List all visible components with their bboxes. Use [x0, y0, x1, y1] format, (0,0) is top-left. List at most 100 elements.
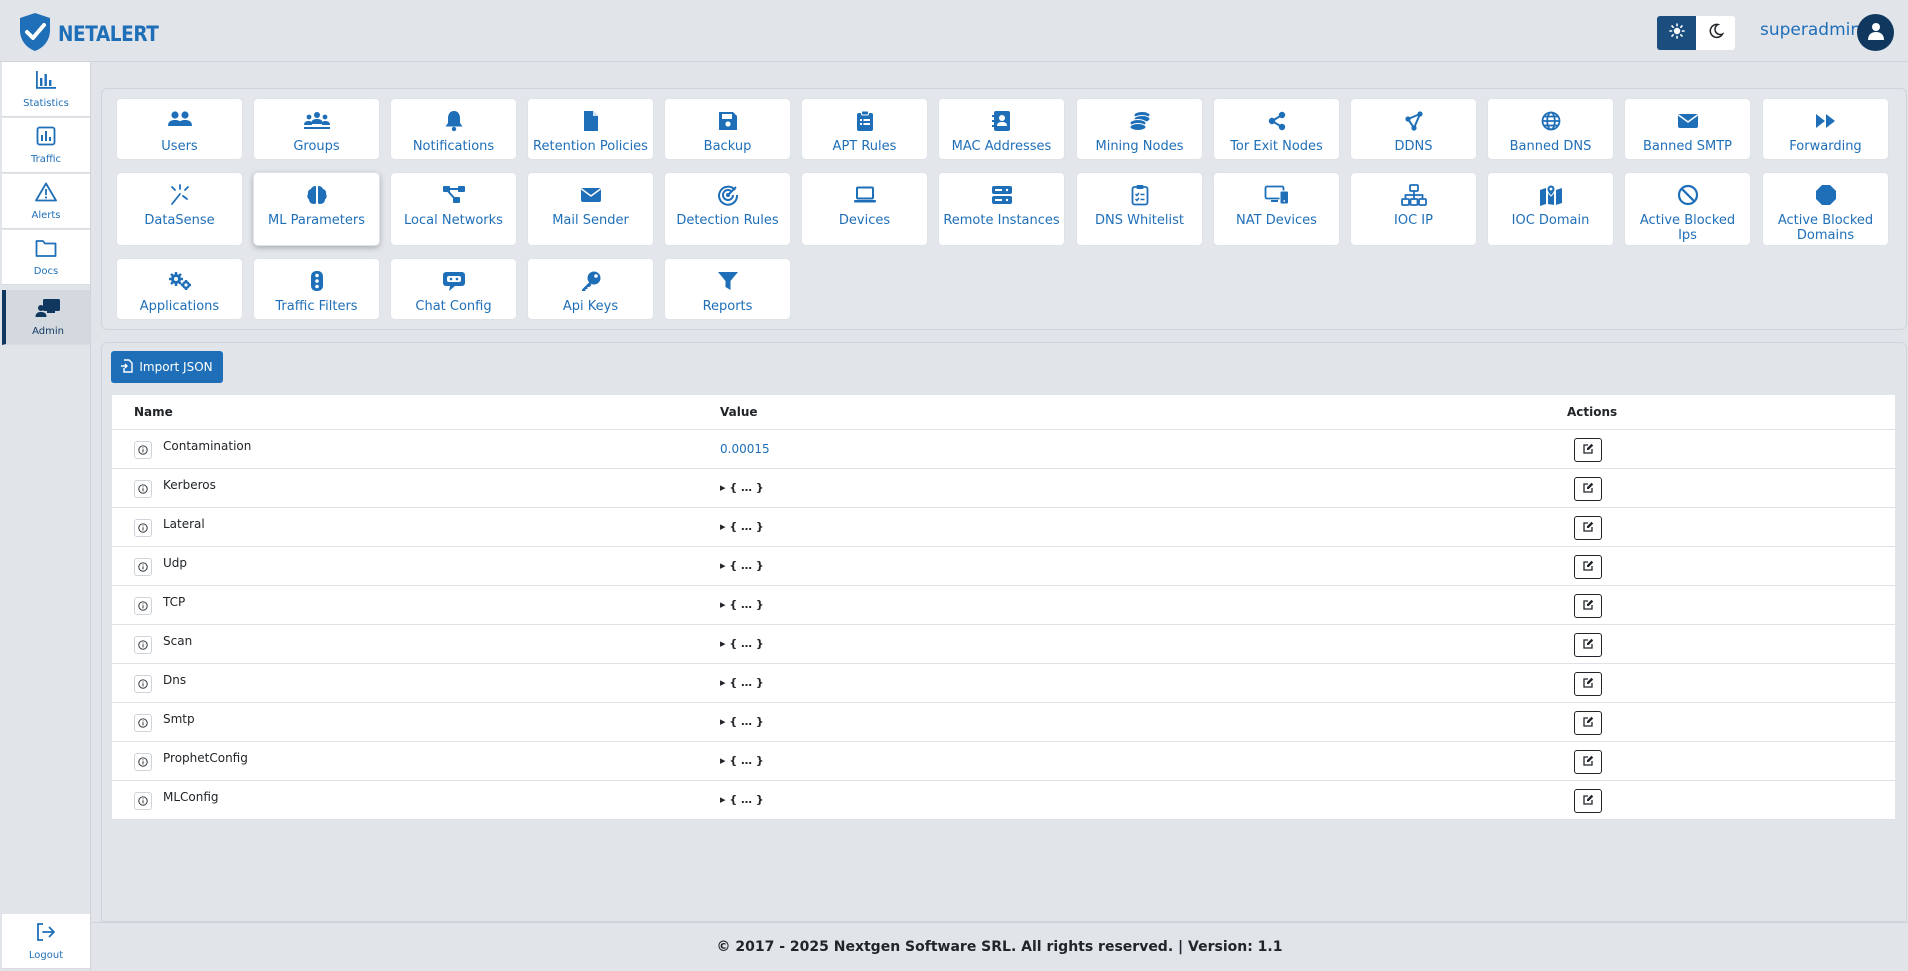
tile-api-keys[interactable]: Api Keys [527, 258, 654, 320]
tile-banned-smtp[interactable]: Banned SMTP [1624, 98, 1751, 160]
info-icon[interactable] [134, 597, 152, 615]
user-name[interactable]: superadmin [1760, 20, 1861, 40]
sidebar-item-admin[interactable]: Admin [2, 290, 90, 345]
info-icon[interactable] [134, 753, 152, 771]
tile-active-blocked-domains[interactable]: Active Blocked Domains [1762, 172, 1889, 246]
table-row: Scan ▸ { … } [112, 625, 1895, 664]
row-value[interactable]: ▸ { … } [720, 481, 764, 494]
tile-label: APT Rules [832, 139, 897, 154]
info-icon[interactable] [134, 558, 152, 576]
logo-text: NETALERT [58, 22, 159, 46]
tile-detection-rules[interactable]: Detection Rules [664, 172, 791, 246]
edit-button[interactable] [1574, 672, 1602, 696]
sidebar-item-docs[interactable]: Docs [2, 230, 90, 285]
edit-button[interactable] [1574, 633, 1602, 657]
edit-icon [1582, 755, 1594, 770]
info-icon[interactable] [134, 636, 152, 654]
tile-dns-whitelist[interactable]: DNS Whitelist [1076, 172, 1203, 246]
edit-button[interactable] [1574, 711, 1602, 735]
tile-label: NAT Devices [1236, 213, 1317, 228]
tile-ml-parameters[interactable]: ML Parameters [253, 172, 380, 246]
gears-icon [167, 269, 193, 293]
tile-groups[interactable]: Groups [253, 98, 380, 160]
app-logo[interactable]: NETALERT [18, 13, 172, 54]
tile-label: Retention Policies [533, 139, 648, 154]
sidebar-item-label: Traffic [30, 153, 62, 165]
row-value[interactable]: ▸ { … } [720, 793, 764, 806]
tile-banned-dns[interactable]: Banned DNS [1487, 98, 1614, 160]
table-row: Smtp ▸ { … } [112, 703, 1895, 742]
tile-tor-exit-nodes[interactable]: Tor Exit Nodes [1213, 98, 1340, 160]
row-value[interactable]: ▸ { … } [720, 715, 764, 728]
sun-icon [1668, 23, 1685, 43]
traffic-light-icon [310, 269, 324, 293]
sidebar-item-traffic[interactable]: Traffic [2, 118, 90, 173]
table-row: Dns ▸ { … } [112, 664, 1895, 703]
sidebar-item-statistics[interactable]: Statistics [2, 62, 90, 117]
file-import-icon [121, 358, 134, 376]
import-json-button[interactable]: Import JSON [111, 351, 223, 383]
edit-button[interactable] [1574, 750, 1602, 774]
table-row: Lateral ▸ { … } [112, 508, 1895, 547]
avatar[interactable] [1857, 14, 1894, 51]
row-name: Contamination [163, 439, 252, 453]
row-value[interactable]: ▸ { … } [720, 637, 764, 650]
row-value[interactable]: ▸ { … } [720, 754, 764, 767]
edit-button[interactable] [1574, 516, 1602, 540]
tile-ioc-ip[interactable]: IOC IP [1350, 172, 1477, 246]
tile-notifications[interactable]: Notifications [390, 98, 517, 160]
info-icon[interactable] [134, 675, 152, 693]
edit-button[interactable] [1574, 555, 1602, 579]
tile-local-networks[interactable]: Local Networks [390, 172, 517, 246]
info-icon[interactable] [134, 480, 152, 498]
row-value[interactable]: ▸ { … } [720, 676, 764, 689]
tile-devices[interactable]: Devices [801, 172, 928, 246]
dark-theme-button[interactable] [1696, 16, 1735, 50]
tile-active-blocked-ips[interactable]: Active Blocked Ips [1624, 172, 1751, 246]
tile-label: MAC Addresses [951, 139, 1052, 154]
tile-mac-addresses[interactable]: MAC Addresses [938, 98, 1065, 160]
theme-toggle [1657, 16, 1735, 50]
edit-icon [1582, 482, 1594, 497]
tile-retention-policies[interactable]: Retention Policies [527, 98, 654, 160]
edit-button[interactable] [1574, 438, 1602, 462]
edit-button[interactable] [1574, 789, 1602, 813]
tile-mining-nodes[interactable]: Mining Nodes [1076, 98, 1203, 160]
tile-remote-instances[interactable]: Remote Instances [938, 172, 1065, 246]
logout-button[interactable]: Logout [2, 914, 90, 969]
moon-icon [1708, 23, 1724, 43]
row-value[interactable]: ▸ { … } [720, 598, 764, 611]
tile-label: Local Networks [404, 213, 503, 228]
tile-nat-devices[interactable]: NAT Devices [1213, 172, 1340, 246]
tile-users[interactable]: Users [116, 98, 243, 160]
tile-apt-rules[interactable]: APT Rules [801, 98, 928, 160]
row-value[interactable]: ▸ { … } [720, 559, 764, 572]
info-icon[interactable] [134, 441, 152, 459]
edit-button[interactable] [1574, 594, 1602, 618]
import-json-label: Import JSON [139, 360, 213, 374]
row-value[interactable]: ▸ { … } [720, 520, 764, 533]
edit-button[interactable] [1574, 477, 1602, 501]
info-icon[interactable] [134, 519, 152, 537]
sidebar-item-label: Alerts [31, 209, 61, 221]
tile-traffic-filters[interactable]: Traffic Filters [253, 258, 380, 320]
tile-chat-config[interactable]: Chat Config [390, 258, 517, 320]
tile-ioc-domain[interactable]: IOC Domain [1487, 172, 1614, 246]
tile-reports[interactable]: Reports [664, 258, 791, 320]
light-theme-button[interactable] [1657, 16, 1696, 50]
info-icon[interactable] [134, 714, 152, 732]
sidebar-item-alerts[interactable]: Alerts [2, 174, 90, 229]
tile-backup[interactable]: Backup [664, 98, 791, 160]
share-nodes-icon [1267, 109, 1287, 133]
info-icon[interactable] [134, 792, 152, 810]
tile-label: Banned DNS [1509, 139, 1592, 154]
tile-applications[interactable]: Applications [116, 258, 243, 320]
server-icon [991, 183, 1013, 207]
tile-datasense[interactable]: DataSense [116, 172, 243, 246]
tile-mail-sender[interactable]: Mail Sender [527, 172, 654, 246]
tile-label: Banned SMTP [1643, 139, 1732, 154]
tile-ddns[interactable]: DDNS [1350, 98, 1477, 160]
tile-label: Traffic Filters [275, 299, 358, 314]
footer: © 2017 - 2025 Nextgen Software SRL. All … [91, 922, 1908, 971]
tile-forwarding[interactable]: Forwarding [1762, 98, 1889, 160]
